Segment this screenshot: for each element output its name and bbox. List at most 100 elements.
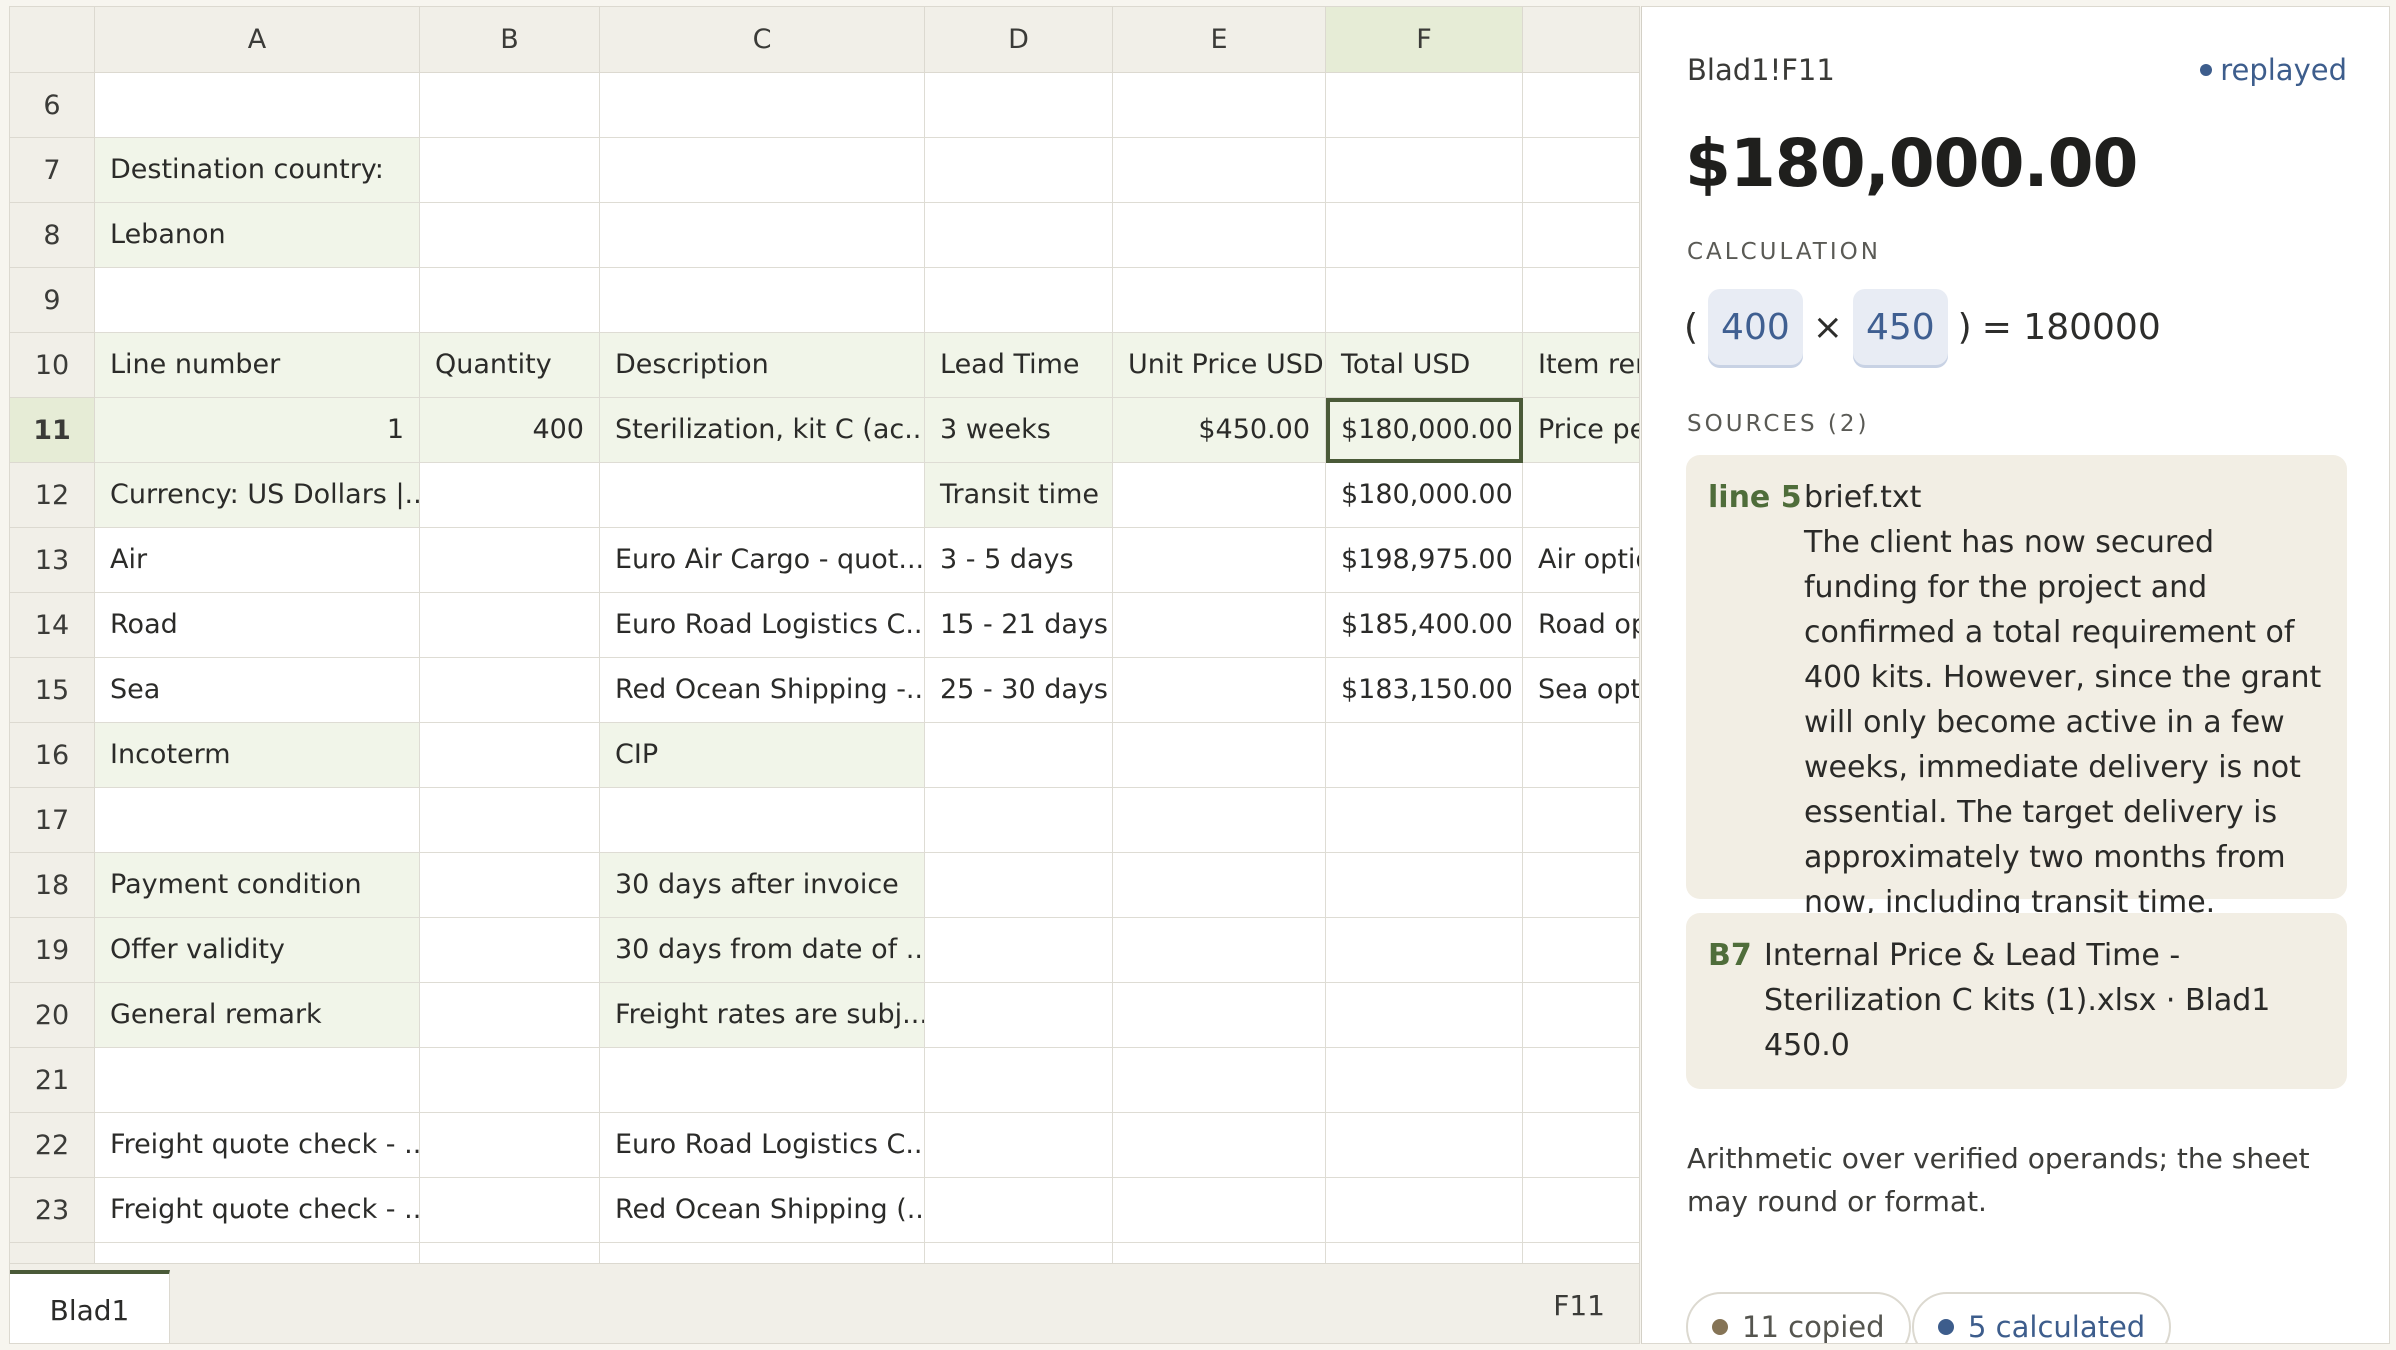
cell-f21[interactable] bbox=[1326, 1048, 1523, 1113]
cell-a13[interactable]: Air bbox=[95, 528, 420, 593]
cell-g19[interactable] bbox=[1523, 918, 1639, 983]
cell-e10[interactable]: Unit Price USD bbox=[1113, 333, 1326, 398]
cell-a18[interactable]: Payment condition bbox=[95, 853, 420, 918]
cell-c7[interactable] bbox=[600, 138, 925, 203]
cell-g17[interactable] bbox=[1523, 788, 1639, 853]
cell-d16[interactable] bbox=[925, 723, 1113, 788]
cell-d17[interactable] bbox=[925, 788, 1113, 853]
cell-e11[interactable]: $450.00 bbox=[1113, 398, 1326, 463]
cell-b11[interactable]: 400 bbox=[420, 398, 600, 463]
cell-e12[interactable] bbox=[1113, 463, 1326, 528]
cell-a21[interactable] bbox=[95, 1048, 420, 1113]
cell-g21[interactable] bbox=[1523, 1048, 1639, 1113]
cell-g6[interactable] bbox=[1523, 73, 1639, 138]
cell-d21[interactable] bbox=[925, 1048, 1113, 1113]
cell-a23[interactable]: Freight quote check - ... bbox=[95, 1178, 420, 1243]
row-header-10[interactable]: 10 bbox=[10, 333, 95, 398]
row-header-16[interactable]: 16 bbox=[10, 723, 95, 788]
cell-e19[interactable] bbox=[1113, 918, 1326, 983]
cell-g8[interactable] bbox=[1523, 203, 1639, 268]
column-header-f[interactable]: F bbox=[1326, 7, 1523, 73]
source-card-brief[interactable]: line 5 brief.txt The client has now secu… bbox=[1686, 455, 2347, 920]
cell-c12[interactable] bbox=[600, 463, 925, 528]
cell-b10[interactable]: Quantity bbox=[420, 333, 600, 398]
cell-e23[interactable] bbox=[1113, 1178, 1326, 1243]
row-header-13[interactable]: 13 bbox=[10, 528, 95, 593]
cell-c17[interactable] bbox=[600, 788, 925, 853]
cell-d11[interactable]: 3 weeks bbox=[925, 398, 1113, 463]
cell-e20[interactable] bbox=[1113, 983, 1326, 1048]
cell-f14[interactable]: $185,400.00 bbox=[1326, 593, 1523, 658]
row-header-11[interactable]: 11 bbox=[10, 398, 95, 463]
cell-d8[interactable] bbox=[925, 203, 1113, 268]
cell-g20[interactable] bbox=[1523, 983, 1639, 1048]
column-header-g[interactable] bbox=[1523, 7, 1639, 73]
cell-g16[interactable] bbox=[1523, 723, 1639, 788]
row-header-20[interactable]: 20 bbox=[10, 983, 95, 1048]
cell-e15[interactable] bbox=[1113, 658, 1326, 723]
cell-c11[interactable]: Sterilization, kit C (ac... bbox=[600, 398, 925, 463]
select-all-corner[interactable] bbox=[10, 7, 95, 73]
sheet-tab-blad1[interactable]: Blad1 bbox=[10, 1270, 170, 1343]
cell-a19[interactable]: Offer validity bbox=[95, 918, 420, 983]
cell-d22[interactable] bbox=[925, 1113, 1113, 1178]
cell-d13[interactable]: 3 - 5 days bbox=[925, 528, 1113, 593]
cell-c20[interactable]: Freight rates are subj... bbox=[600, 983, 925, 1048]
cell-c10[interactable]: Description bbox=[600, 333, 925, 398]
cell-f6[interactable] bbox=[1326, 73, 1523, 138]
cell-e17[interactable] bbox=[1113, 788, 1326, 853]
cell-f16[interactable] bbox=[1326, 723, 1523, 788]
cell-a6[interactable] bbox=[95, 73, 420, 138]
column-header-e[interactable]: E bbox=[1113, 7, 1326, 73]
row-header-15[interactable]: 15 bbox=[10, 658, 95, 723]
cell-b13[interactable] bbox=[420, 528, 600, 593]
cell-a15[interactable]: Sea bbox=[95, 658, 420, 723]
cell-c15[interactable]: Red Ocean Shipping -... bbox=[600, 658, 925, 723]
row-header-21[interactable]: 21 bbox=[10, 1048, 95, 1113]
cell-a10[interactable]: Line number bbox=[95, 333, 420, 398]
cell-g15[interactable]: Sea option bbox=[1523, 658, 1639, 723]
cell-a12[interactable]: Currency: US Dollars |... bbox=[95, 463, 420, 528]
cell-f8[interactable] bbox=[1326, 203, 1523, 268]
cell-e14[interactable] bbox=[1113, 593, 1326, 658]
cell-b12[interactable] bbox=[420, 463, 600, 528]
cell-a17[interactable] bbox=[95, 788, 420, 853]
cell-d20[interactable] bbox=[925, 983, 1113, 1048]
calculated-count-pill[interactable]: 5 calculated bbox=[1912, 1292, 2172, 1343]
cell-e7[interactable] bbox=[1113, 138, 1326, 203]
cell-d23[interactable] bbox=[925, 1178, 1113, 1243]
cell-g11[interactable]: Price per kit bbox=[1523, 398, 1639, 463]
cell-a9[interactable] bbox=[95, 268, 420, 333]
cell-g12[interactable] bbox=[1523, 463, 1639, 528]
cell-d9[interactable] bbox=[925, 268, 1113, 333]
source-card-price-sheet[interactable]: B7 Internal Price & Lead Time - Steriliz… bbox=[1686, 913, 2347, 1089]
cell-c22[interactable]: Euro Road Logistics C... bbox=[600, 1113, 925, 1178]
cell-d7[interactable] bbox=[925, 138, 1113, 203]
cell-b20[interactable] bbox=[420, 983, 600, 1048]
cell-e8[interactable] bbox=[1113, 203, 1326, 268]
cell-c19[interactable]: 30 days from date of ... bbox=[600, 918, 925, 983]
row-header-23[interactable]: 23 bbox=[10, 1178, 95, 1243]
cell-d18[interactable] bbox=[925, 853, 1113, 918]
cell-c6[interactable] bbox=[600, 73, 925, 138]
cell-d14[interactable]: 15 - 21 days bbox=[925, 593, 1113, 658]
cell-e6[interactable] bbox=[1113, 73, 1326, 138]
cell-b17[interactable] bbox=[420, 788, 600, 853]
cell-e21[interactable] bbox=[1113, 1048, 1326, 1113]
cell-a11[interactable]: 1 bbox=[95, 398, 420, 463]
row-header-18[interactable]: 18 bbox=[10, 853, 95, 918]
cell-g18[interactable] bbox=[1523, 853, 1639, 918]
cell-b14[interactable] bbox=[420, 593, 600, 658]
cell-g23[interactable] bbox=[1523, 1178, 1639, 1243]
cell-c18[interactable]: 30 days after invoice bbox=[600, 853, 925, 918]
cell-f17[interactable] bbox=[1326, 788, 1523, 853]
cell-g22[interactable] bbox=[1523, 1113, 1639, 1178]
cell-c8[interactable] bbox=[600, 203, 925, 268]
cell-g10[interactable]: Item remarks bbox=[1523, 333, 1639, 398]
cell-e13[interactable] bbox=[1113, 528, 1326, 593]
cell-f11[interactable]: $180,000.00 bbox=[1326, 398, 1523, 463]
row-header-9[interactable]: 9 bbox=[10, 268, 95, 333]
cell-d6[interactable] bbox=[925, 73, 1113, 138]
row-header-7[interactable]: 7 bbox=[10, 138, 95, 203]
cell-d10[interactable]: Lead Time bbox=[925, 333, 1113, 398]
